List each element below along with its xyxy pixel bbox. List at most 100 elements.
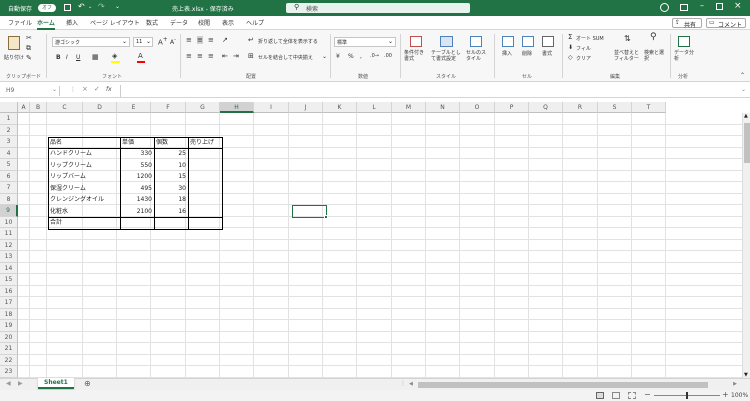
add-sheet-icon[interactable]: ⊕ [84,379,91,388]
autosum-icon[interactable]: Σ [568,33,572,41]
sort-filter-icon[interactable]: ⇅ [624,34,631,43]
save-icon[interactable] [64,4,71,11]
font-color-icon[interactable]: A [138,52,143,60]
restore-icon[interactable] [716,3,723,10]
column-header[interactable]: B [30,102,47,113]
autosum-button[interactable]: オート SUM [576,35,604,42]
cut-icon[interactable]: ✂ [26,34,32,42]
qty-cell[interactable]: 15 [154,171,188,183]
wrap-text-icon[interactable]: ↵ [248,36,254,44]
column-header[interactable]: O [460,102,495,113]
wrap-text-button[interactable]: 折り返して全体を表示する [258,38,318,45]
analyze-data-button[interactable]: データ分析 [674,50,694,62]
row-header[interactable]: 5 [0,159,18,171]
align-middle-icon[interactable]: ≡ [197,36,203,44]
header-product[interactable]: 品名 [48,137,120,149]
row-header[interactable]: 23 [0,366,18,378]
row-header[interactable]: 16 [0,285,18,297]
qty-cell[interactable]: 10 [154,160,188,172]
next-sheet-icon[interactable]: ▶ [18,380,23,387]
product-name-cell[interactable]: リップバーム [48,171,120,183]
tab-insert[interactable]: 挿入 [66,18,78,27]
bold-button[interactable]: B [56,54,61,61]
merge-icon[interactable]: ⊞ [248,52,254,60]
tab-data[interactable]: データ [170,18,188,27]
product-name-cell[interactable]: ハンドクリーム [48,148,120,160]
row-header[interactable]: 22 [0,354,18,366]
autosave-toggle[interactable]: オフ [38,4,56,12]
row-header[interactable]: 21 [0,343,18,355]
row-header[interactable]: 4 [0,147,18,159]
column-header[interactable]: C [47,102,83,113]
header-price[interactable]: 単価 [120,137,154,149]
horizontal-scrollbar[interactable]: ◀ ▶ [408,381,738,389]
zoom-in-icon[interactable]: + [722,390,729,399]
align-top-icon[interactable]: ≡ [186,36,192,44]
align-bottom-icon[interactable]: ≡ [208,36,214,44]
format-cells-icon[interactable] [542,36,554,47]
column-header[interactable]: A [18,102,30,113]
column-header[interactable]: H [220,102,254,113]
ribbon-display-icon[interactable] [680,4,688,11]
qty-cell[interactable]: 16 [154,206,188,218]
column-header[interactable]: R [563,102,598,113]
paste-icon[interactable] [8,36,20,50]
page-layout-view-icon[interactable] [612,392,620,399]
price-cell[interactable]: 495 [120,183,154,195]
tab-view[interactable]: 表示 [222,18,234,27]
row-header[interactable]: 14 [0,262,18,274]
price-cell[interactable]: 330 [120,148,154,160]
sort-filter-button[interactable]: 並べ替えとフィルター [614,50,642,62]
column-header[interactable]: L [357,102,392,113]
paste-label[interactable]: 貼り付け [4,54,24,61]
tab-help[interactable]: ヘルプ [246,18,264,27]
cancel-icon[interactable]: × [82,85,88,93]
analyze-data-icon[interactable] [678,36,690,47]
price-cell[interactable]: 2100 [120,206,154,218]
merge-center-button[interactable]: セルを結合して中央揃え [258,54,313,61]
cell-styles-icon[interactable] [470,36,482,47]
header-qty[interactable]: 個数 [154,137,188,149]
format-cells-button[interactable]: 書式 [542,50,552,57]
normal-view-icon[interactable] [596,392,604,399]
sheet-tab-sheet1[interactable]: Sheet1 [38,378,74,389]
tab-page-layout[interactable]: ページ レイアウト [90,18,140,27]
decrease-indent-icon[interactable]: ⇤ [222,52,228,60]
clear-button[interactable]: クリア [576,55,591,62]
zoom-out-icon[interactable]: − [644,390,651,399]
enter-icon[interactable]: ✓ [94,85,100,93]
column-header[interactable]: S [598,102,632,113]
price-cell[interactable]: 1430 [120,194,154,206]
find-select-icon[interactable]: ⚲ [650,32,657,42]
select-all-button[interactable] [0,102,18,113]
qty-cell[interactable]: 25 [154,148,188,160]
vertical-scrollbar[interactable]: ▲ ▼ [742,113,750,378]
column-header[interactable]: M [392,102,426,113]
active-cell[interactable] [292,205,327,218]
decrease-decimal-icon[interactable]: .00 [384,53,392,59]
increase-decimal-icon[interactable]: .0→ [370,53,379,59]
column-header[interactable]: G [186,102,220,113]
product-name-cell[interactable]: 保湿クリーム [48,183,120,195]
customize-qat-icon[interactable]: ⌄ [115,3,120,10]
format-painter-icon[interactable]: ✎ [26,54,32,62]
row-header[interactable]: 17 [0,297,18,309]
expand-formula-icon[interactable]: ⌄ [741,86,746,93]
font-name-select[interactable]: 游ゴシック ⌄ [52,37,130,47]
product-name-cell[interactable]: 化粧水 [48,206,120,218]
border-icon[interactable]: ▦ [92,53,99,61]
row-header[interactable]: 8 [0,193,18,205]
column-header[interactable]: K [323,102,357,113]
qty-cell[interactable]: 18 [154,194,188,206]
row-header[interactable]: 7 [0,182,18,194]
column-header[interactable]: T [632,102,666,113]
row-header[interactable]: 15 [0,274,18,286]
row-header[interactable]: 1 [0,113,18,125]
tab-home[interactable]: ホーム [37,18,55,30]
copy-icon[interactable]: ⧉ [26,44,31,53]
fill-button[interactable]: フィル [576,45,591,52]
worksheet-grid[interactable]: ABCDEFGHIJKLMNOPQRST 1 2 3 4 5 6 7 8 9 10 11 12 13 14… [0,102,750,378]
column-header[interactable]: J [289,102,323,113]
cell-styles-button[interactable]: セルのスタイル [466,50,488,62]
align-center-icon[interactable]: ≡ [197,52,203,60]
